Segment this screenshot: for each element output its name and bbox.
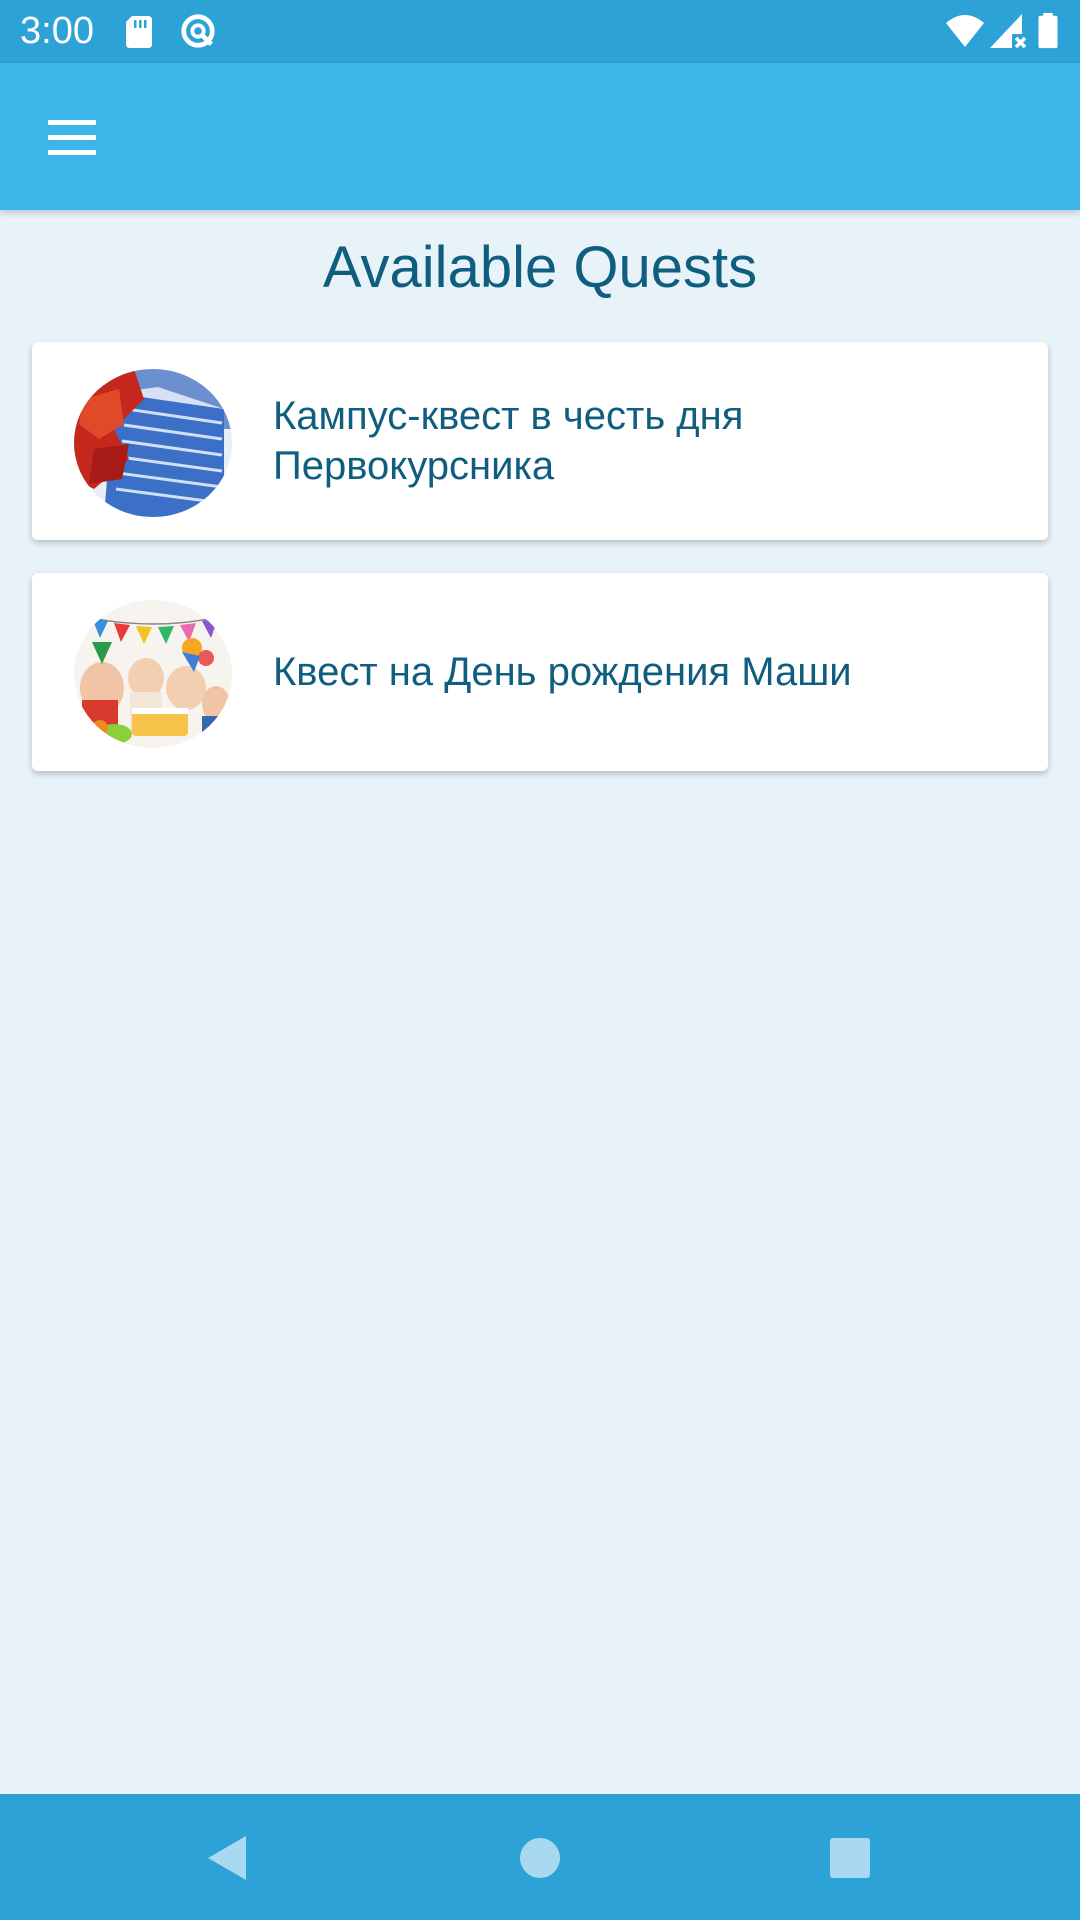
wifi-icon [946,15,984,47]
quest-card-birthday[interactable]: Квест на День рождения Маши [32,573,1048,771]
campus-building-autumn-image [74,369,232,517]
recents-square-icon[interactable] [810,1818,890,1898]
signal-no-data-icon [990,14,1027,49]
page-title: Available Quests [322,235,758,300]
status-time: 3:00 [20,10,94,52]
app-bar [0,63,1080,210]
back-triangle-icon[interactable] [188,1818,268,1898]
sd-card-icon [126,16,152,48]
navigation-bar [0,1794,1080,1920]
data-saver-icon [181,14,215,48]
status-bar: 3:00 [0,0,1080,63]
battery-icon [1038,12,1058,49]
quest-title: Кампус-квест в честь дня Первокурсника [273,394,744,488]
hamburger-menu-icon[interactable] [34,103,112,171]
birthday-party-kids-image [74,600,232,748]
home-circle-icon[interactable] [500,1818,580,1898]
quest-card-campus[interactable]: Кампус-квест в честь дня Первокурсника [32,342,1048,540]
quest-title: Квест на День рождения Маши [273,650,852,694]
